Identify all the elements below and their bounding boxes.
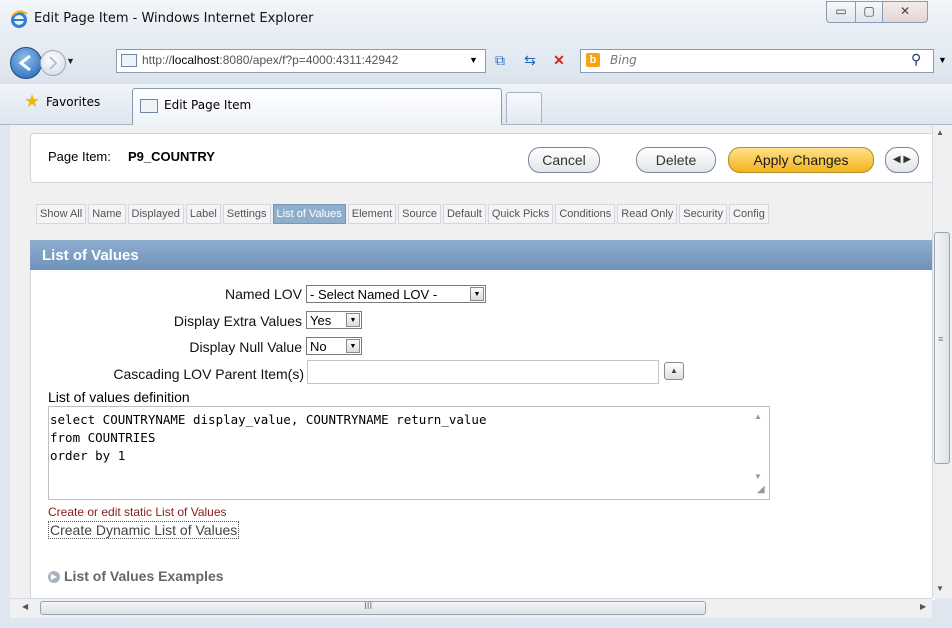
maximize-button[interactable]: ▢: [855, 1, 883, 23]
chevron-down-icon: ▼: [346, 339, 360, 353]
forward-button[interactable]: [40, 50, 66, 76]
close-icon: ✕: [899, 4, 911, 18]
section-tab-settings[interactable]: Settings: [222, 204, 271, 224]
section-tab-source[interactable]: Source: [398, 204, 441, 224]
named-lov-label: Named LOV: [224, 286, 302, 302]
minimize-icon: ▭: [835, 4, 847, 18]
window-title: Edit Page Item - Windows Internet Explor…: [34, 11, 314, 26]
lov-definition-label: List of values definition: [48, 389, 190, 405]
window-bottom-border: [0, 618, 952, 628]
textarea-scroll-up-icon[interactable]: ▲: [754, 412, 762, 421]
page-item-name: P9_COUNTRY: [128, 149, 215, 164]
prev-next-buttons[interactable]: ◀ ▶: [885, 147, 919, 173]
scroll-right-icon[interactable]: ▶: [920, 602, 926, 611]
search-input[interactable]: Bing: [610, 53, 637, 67]
section-tab-security[interactable]: Security: [679, 204, 728, 224]
resize-grip-icon[interactable]: ◢: [757, 484, 765, 495]
scroll-up-icon[interactable]: ▲: [936, 128, 944, 137]
cascading-lov-parent-label: Cascading LOV Parent Item(s): [113, 366, 304, 382]
refresh-icon[interactable]: ⇆: [519, 50, 541, 70]
display-null-value-value: No: [310, 339, 327, 354]
section-tab-show-all[interactable]: Show All: [36, 204, 87, 224]
named-lov-select[interactable]: - Select Named LOV - ▼: [306, 285, 486, 303]
section-tab-quick-picks[interactable]: Quick Picks: [487, 204, 554, 224]
section-tab-read-only[interactable]: Read Only: [617, 204, 678, 224]
section-tab-config[interactable]: Config: [729, 204, 769, 224]
compat-view-icon[interactable]: ⧉: [489, 50, 511, 70]
search-dropdown-icon[interactable]: ▼: [938, 55, 947, 65]
url-scheme: http://: [142, 53, 173, 67]
search-icon[interactable]: ⚲: [911, 51, 921, 68]
chevron-down-icon: ▼: [346, 313, 360, 327]
page-item-prefix: Page Item:: [48, 149, 111, 164]
scroll-left-icon[interactable]: ◀: [22, 602, 28, 611]
favorites-star-icon[interactable]: ★: [24, 91, 40, 112]
horizontal-scroll-thumb[interactable]: [40, 601, 706, 615]
back-icon: [18, 54, 31, 72]
scroll-grip-icon: III: [364, 601, 373, 612]
tab-page-icon: [140, 99, 158, 113]
expand-arrow-icon[interactable]: ▶: [48, 571, 60, 583]
chevron-up-icon: ▲: [670, 366, 678, 375]
display-null-value-label: Display Null Value: [189, 339, 302, 355]
lov-examples-toggle[interactable]: List of Values Examples: [64, 568, 224, 584]
new-tab-button[interactable]: [506, 92, 542, 123]
item-picker-button[interactable]: ▲: [664, 362, 684, 380]
bing-logo-icon: b: [586, 53, 600, 67]
maximize-icon: ▢: [863, 4, 875, 18]
ie-logo-icon: [11, 10, 28, 28]
section-tab-list-of-values[interactable]: List of Values: [272, 204, 346, 224]
chevron-down-icon: ▼: [470, 287, 484, 301]
section-tab-default[interactable]: Default: [442, 204, 486, 224]
page-icon: [121, 54, 137, 67]
section-tabs: Show All Name Displayed Label Settings List o…: [36, 204, 769, 224]
apply-changes-button[interactable]: Apply Changes: [728, 147, 874, 173]
minimize-button[interactable]: ▭: [826, 1, 856, 23]
forward-icon: [49, 56, 58, 70]
favorites-button[interactable]: Favorites: [46, 95, 100, 109]
tab-title[interactable]: Edit Page Item: [164, 98, 251, 112]
lov-panel-title: List of Values: [42, 247, 139, 264]
scroll-grip-icon: ≡: [938, 334, 944, 344]
section-tab-label[interactable]: Label: [185, 204, 221, 224]
display-extra-values-select[interactable]: Yes ▼: [306, 311, 362, 329]
url-host: localhost: [172, 53, 220, 67]
display-extra-values-label: Display Extra Values: [173, 313, 302, 329]
back-button[interactable]: [10, 47, 42, 79]
static-lov-link[interactable]: Create or edit static List of Values: [48, 505, 227, 519]
lov-definition-text[interactable]: select COUNTRYNAME display_value, COUNTR…: [50, 411, 487, 465]
section-tab-conditions[interactable]: Conditions: [555, 204, 616, 224]
stop-icon[interactable]: ✕: [548, 50, 570, 70]
named-lov-value: - Select Named LOV -: [310, 287, 438, 302]
display-null-value-select[interactable]: No ▼: [306, 337, 362, 355]
section-tab-displayed[interactable]: Displayed: [127, 204, 184, 224]
cancel-button[interactable]: Cancel: [528, 147, 600, 173]
address-dropdown-icon[interactable]: ▼: [469, 55, 478, 65]
delete-button[interactable]: Delete: [636, 147, 716, 173]
recent-pages-dropdown[interactable]: ▼: [66, 56, 75, 66]
scroll-down-icon[interactable]: ▼: [936, 584, 944, 593]
cascading-lov-parent-input[interactable]: [307, 360, 659, 384]
section-tab-element[interactable]: Element: [347, 204, 397, 224]
vertical-scroll-thumb[interactable]: [934, 232, 950, 464]
address-url[interactable]: http://localhost:8080/apex/f?p=4000:4311…: [142, 53, 398, 67]
textarea-scroll-down-icon[interactable]: ▼: [754, 472, 762, 481]
close-button[interactable]: ✕: [882, 1, 928, 23]
display-extra-values-value: Yes: [310, 313, 332, 328]
lov-panel-header: [30, 240, 934, 270]
url-path: :8080/apex/f?p=4000:4311:42942: [219, 53, 399, 67]
dynamic-lov-link[interactable]: Create Dynamic List of Values: [48, 521, 240, 539]
section-tab-name[interactable]: Name: [88, 204, 126, 224]
